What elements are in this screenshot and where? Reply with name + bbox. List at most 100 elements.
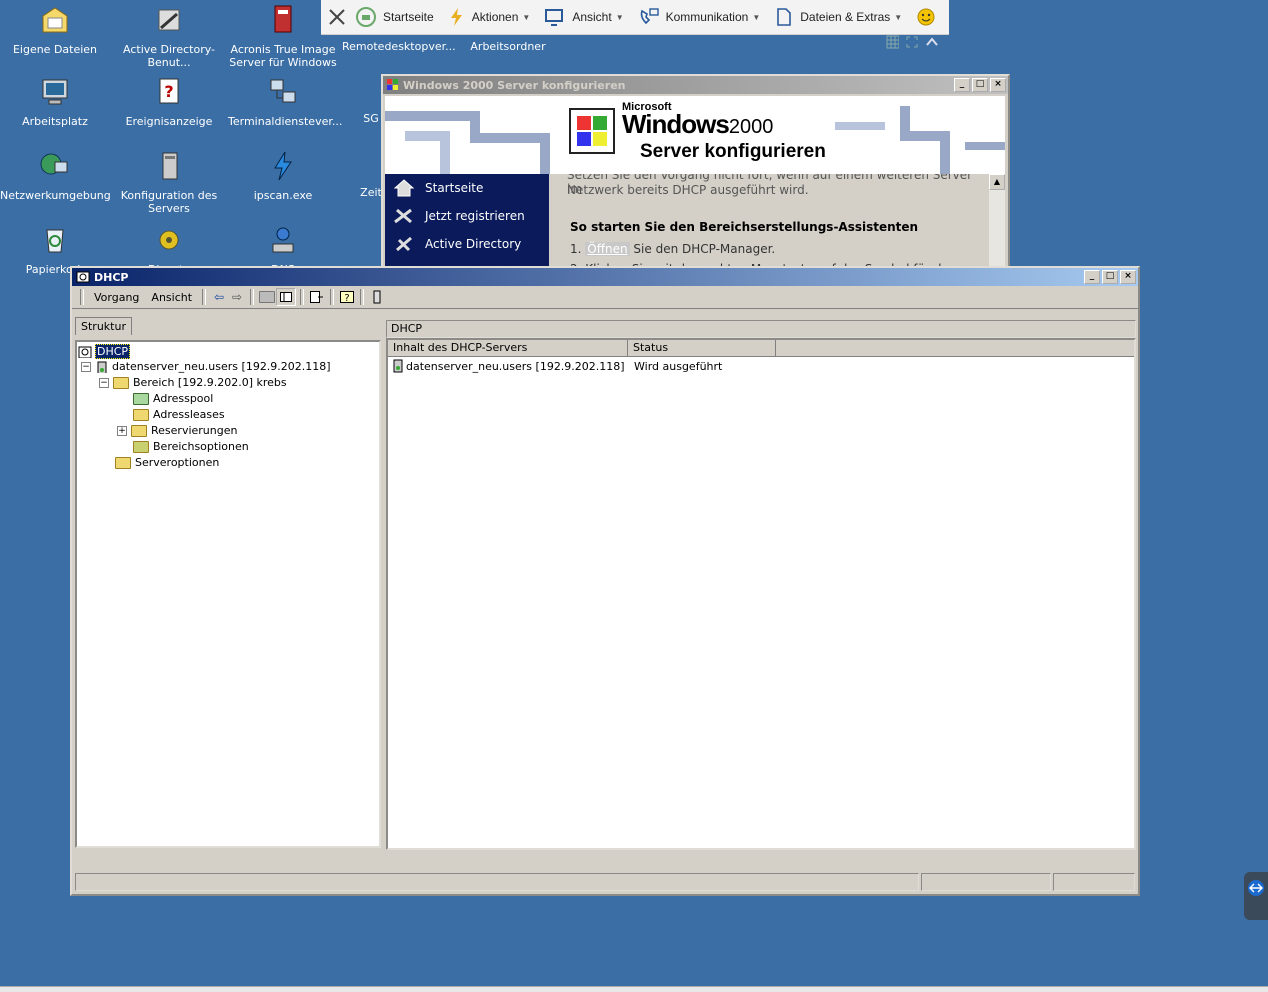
menu-vorgang[interactable]: Vorgang	[88, 291, 145, 304]
back-arrow-icon[interactable]: ⇦	[210, 289, 228, 305]
menu-ansicht[interactable]: Ansicht	[145, 291, 198, 304]
grid-icon[interactable]	[886, 35, 900, 49]
feedback-smiley-button[interactable]	[916, 7, 936, 27]
monitor-icon	[545, 9, 564, 26]
desktop-icon-eigene-dateien[interactable]: Eigene Dateien	[0, 4, 110, 56]
table-row[interactable]: datenserver_neu.users [192.9.202.118] Wi…	[388, 357, 1134, 375]
chevron-down-icon: ▼	[752, 12, 761, 22]
details-pane: DHCP Inhalt des DHCP-Servers Status date…	[386, 320, 1136, 850]
config-heading: So starten Sie den Bereichserstellungs-A…	[570, 220, 919, 234]
nav-startseite[interactable]: Startseite	[385, 174, 549, 202]
register-icon	[394, 208, 412, 224]
network-places-icon	[40, 153, 68, 175]
config-content: Setzen Sie den Vorgang nicht fort, wenn …	[549, 174, 989, 274]
toolbar-aktionen[interactable]: Aktionen ▼	[448, 7, 531, 27]
config-scrollbar[interactable]: ▲	[989, 174, 1005, 274]
services-icon	[159, 230, 179, 250]
collapse-icon[interactable]: −	[81, 361, 91, 372]
server-icon	[97, 361, 107, 373]
desktop-icon-arbeitsplatz[interactable]: Arbeitsplatz	[0, 76, 110, 128]
toolbar-mini-controls	[886, 34, 938, 50]
my-computer-icon	[42, 79, 68, 105]
dhcp-window-titlebar[interactable]: DHCP _ □ ×	[72, 268, 1138, 286]
event-viewer-icon: ?	[159, 78, 179, 104]
banner-subtitle: Server konfigurieren	[640, 141, 826, 162]
chevron-down-icon: ▼	[522, 12, 531, 22]
config-banner: Microsoft Windows2000 Server konfigurier…	[385, 96, 1005, 174]
svg-text:?: ?	[164, 82, 173, 101]
nav-active-directory[interactable]: Active Directory	[385, 230, 549, 258]
config-window-titlebar[interactable]: Windows 2000 Server konfigurieren _ □ ×	[383, 76, 1008, 94]
tree-root-dhcp[interactable]: DHCP	[78, 344, 131, 359]
close-button[interactable]: ×	[1120, 270, 1136, 284]
dns-icon	[272, 227, 294, 253]
active-directory-icon	[158, 9, 180, 31]
maximize-button[interactable]: □	[972, 78, 988, 92]
tab-struktur[interactable]: Struktur	[75, 317, 132, 335]
tree-scope[interactable]: − Bereich [192.9.202.0] krebs	[99, 376, 287, 389]
dhcp-app-icon	[76, 271, 90, 283]
fullscreen-icon[interactable]	[905, 35, 918, 49]
file-icon	[777, 8, 792, 26]
home-icon	[393, 179, 415, 197]
smiley-icon	[917, 8, 935, 26]
remote-control-toolbar: Startseite Aktionen ▼ Ansicht ▼ Kommunikat…	[321, 0, 949, 35]
export-list-icon[interactable]	[308, 289, 326, 305]
teamviewer-side-tab[interactable]	[1244, 872, 1268, 920]
folder-icon	[131, 424, 147, 437]
column-status[interactable]: Status	[628, 340, 776, 356]
chevron-down-icon: ▼	[615, 12, 624, 22]
ipscan-icon	[274, 151, 292, 181]
open-dhcp-manager-link[interactable]: Öffnen	[585, 242, 630, 256]
toolbar-startseite[interactable]: Startseite	[355, 6, 434, 28]
bottom-taskbar-strip	[0, 986, 1268, 992]
toolbar-kommunikation[interactable]: Kommunikation ▼	[638, 7, 761, 27]
desktop-icon-konfiguration[interactable]: Konfiguration des Servers	[114, 150, 224, 215]
status-panel-main	[75, 873, 919, 891]
status-panel-3	[1053, 873, 1135, 891]
tree-adresspool[interactable]: Adresspool	[133, 392, 213, 405]
tree-reservierungen[interactable]: + Reservierungen	[117, 424, 237, 437]
tree-server[interactable]: − datenserver_neu.users [192.9.202.118]	[81, 360, 331, 373]
close-session-button[interactable]	[327, 7, 347, 27]
tree-bereichsoptionen[interactable]: Bereichsoptionen	[133, 440, 249, 453]
windows-flag-icon	[569, 108, 615, 154]
desktop-icon-active-directory[interactable]: Active Directory-Benut...	[114, 4, 224, 69]
tree-serveroptionen[interactable]: Serveroptionen	[115, 456, 219, 469]
desktop: Eigene Dateien Active Directory-Benut...…	[0, 0, 1268, 992]
minimize-button[interactable]: _	[954, 78, 970, 92]
tree-pane: Struktur DHCP − datenserver_neu.users [1…	[75, 317, 381, 850]
properties-icon[interactable]	[368, 289, 386, 305]
tree-adressleases[interactable]: Adressleases	[133, 408, 225, 421]
scroll-up-icon[interactable]: ▲	[989, 174, 1005, 190]
teamviewer-icon	[1248, 880, 1264, 896]
nav-registrieren[interactable]: Jetzt registrieren	[385, 202, 549, 230]
tree-view: DHCP − datenserver_neu.users [192.9.202.…	[75, 340, 381, 848]
server-config-icon	[162, 152, 178, 180]
up-folder-icon[interactable]	[258, 289, 276, 305]
banner-product: Windows	[622, 109, 730, 139]
minimize-button[interactable]: _	[1084, 270, 1100, 284]
phone-chat-icon	[640, 8, 659, 25]
toolbar-ansicht[interactable]: Ansicht ▼	[544, 7, 624, 27]
chevron-up-icon[interactable]	[925, 35, 938, 49]
expand-icon[interactable]: +	[117, 425, 127, 436]
maximize-button[interactable]: □	[1102, 270, 1118, 284]
collapse-icon[interactable]: −	[99, 377, 109, 388]
forward-arrow-icon[interactable]: ⇨	[228, 289, 246, 305]
status-panel-2	[921, 873, 1051, 891]
show-tree-icon[interactable]	[276, 288, 297, 306]
close-button[interactable]: ×	[990, 78, 1006, 92]
help-icon[interactable]: ?	[338, 289, 356, 305]
lightning-icon	[450, 8, 462, 26]
config-nav: Startseite Jetzt registrieren Active Dir…	[385, 174, 549, 274]
svg-text:?: ?	[344, 293, 349, 303]
column-headers: Inhalt des DHCP-Servers Status	[388, 340, 1134, 357]
desktop-icon-ereignisanzeige[interactable]: ? Ereignisanzeige	[114, 76, 224, 128]
toolbar-dateien-extras[interactable]: Dateien & Extras ▼	[774, 7, 902, 27]
directory-icon	[396, 236, 412, 252]
desktop-icon-netzwerkumgebung[interactable]: Netzwerkumgebung	[0, 150, 111, 202]
folder-icon	[115, 456, 131, 469]
column-inhalt[interactable]: Inhalt des DHCP-Servers	[388, 340, 628, 356]
close-icon	[329, 9, 345, 25]
